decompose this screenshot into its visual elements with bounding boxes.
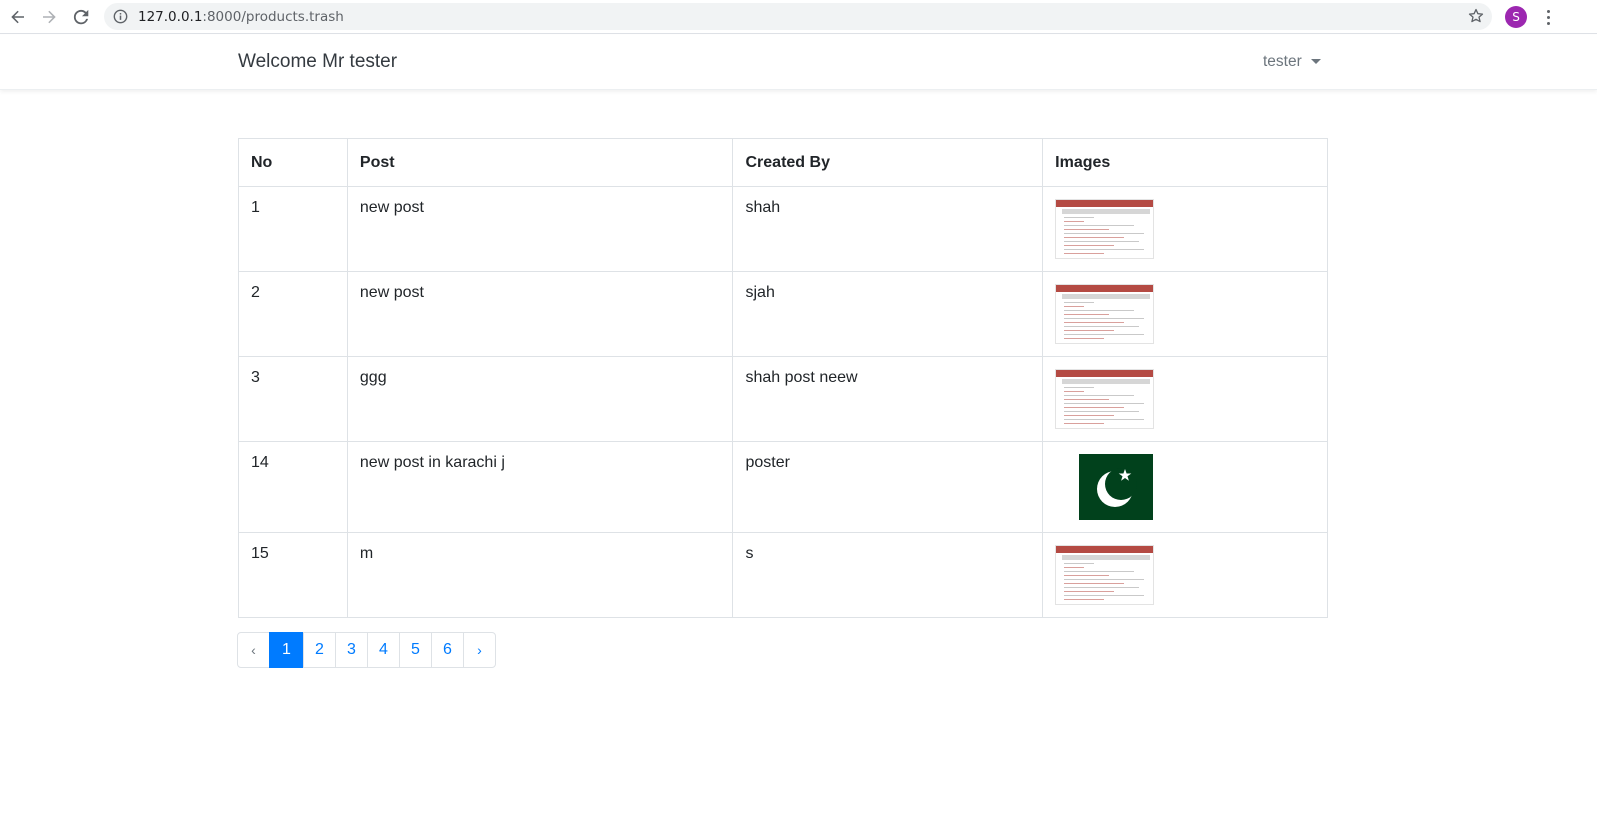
cell-no: 3 [238, 356, 348, 442]
page-link-4[interactable]: 4 [367, 632, 400, 668]
reload-button[interactable] [69, 5, 93, 29]
header-post: Post [346, 138, 734, 187]
page-link-3[interactable]: 3 [335, 632, 368, 668]
url-text: 127.0.0.1:8000/products.trash [138, 9, 344, 25]
cell-post: new post in karachi j [346, 441, 734, 533]
header-images: Images [1042, 138, 1328, 187]
crescent-star-icon [1097, 468, 1138, 507]
cell-created-by: shah [732, 186, 1044, 272]
pakistan-flag-image [1079, 454, 1154, 520]
forward-button[interactable] [37, 5, 61, 29]
cell-post: new post [346, 186, 734, 272]
header-created-by: Created By [732, 138, 1044, 187]
navbar-brand[interactable]: Welcome Mr tester [238, 51, 397, 73]
cell-no: 14 [238, 441, 348, 533]
table-row: 15 m s [238, 532, 1328, 618]
table-row: 3 ggg shah post neew [238, 356, 1328, 442]
cell-image [1042, 271, 1328, 357]
address-bar[interactable]: 127.0.0.1:8000/products.trash [104, 3, 1492, 30]
arrow-right-icon [43, 10, 56, 24]
table-row: 2 new post sjah [238, 271, 1328, 357]
table-row: 1 new post shah [238, 186, 1328, 272]
cell-created-by: shah post neew [732, 356, 1044, 442]
header-no: No [238, 138, 348, 187]
products-table: No Post Created By Images 1 new post sha… [238, 138, 1328, 618]
user-dropdown[interactable]: tester [1263, 53, 1321, 71]
cell-image [1042, 532, 1328, 618]
cell-created-by: poster [732, 441, 1044, 533]
page-link-6[interactable]: 6 [431, 632, 464, 668]
table-header-row: No Post Created By Images [238, 138, 1328, 187]
info-icon [113, 9, 128, 29]
cell-post: ggg [346, 356, 734, 442]
back-button[interactable] [6, 5, 30, 29]
cell-no: 15 [238, 532, 348, 618]
browser-toolbar: 127.0.0.1:8000/products.trash S [0, 0, 1597, 34]
cell-no: 2 [238, 271, 348, 357]
cell-no: 1 [238, 186, 348, 272]
cell-post: new post [346, 271, 734, 357]
app-navbar: Welcome Mr tester tester [0, 35, 1597, 90]
cell-created-by: s [732, 532, 1044, 618]
cell-image [1042, 441, 1328, 533]
avatar-letter: S [1512, 10, 1520, 24]
screenshot-thumbnail [1055, 545, 1155, 605]
pagination: ‹ 1 2 3 4 5 6 › [237, 632, 496, 668]
pagination-prev[interactable]: ‹ [237, 632, 270, 668]
screenshot-thumbnail [1055, 369, 1155, 429]
page-link-5[interactable]: 5 [399, 632, 432, 668]
user-name: tester [1263, 53, 1302, 70]
reload-icon [73, 9, 89, 25]
browser-menu-icon[interactable] [1542, 6, 1554, 28]
screenshot-thumbnail [1055, 284, 1155, 344]
cell-image [1042, 356, 1328, 442]
page-link-1[interactable]: 1 [269, 632, 304, 668]
cell-created-by: sjah [732, 271, 1044, 357]
page-link-2[interactable]: 2 [303, 632, 336, 668]
profile-avatar[interactable]: S [1505, 6, 1527, 28]
caret-down-icon [1310, 58, 1321, 64]
pagination-next[interactable]: › [463, 632, 496, 668]
table-row: 14 new post in karachi j poster [238, 441, 1328, 533]
cell-post: m [346, 532, 734, 618]
screenshot-thumbnail [1055, 199, 1155, 259]
cell-image [1042, 186, 1328, 272]
arrow-left-icon [11, 10, 24, 24]
bookmark-star-icon[interactable] [1468, 8, 1484, 29]
